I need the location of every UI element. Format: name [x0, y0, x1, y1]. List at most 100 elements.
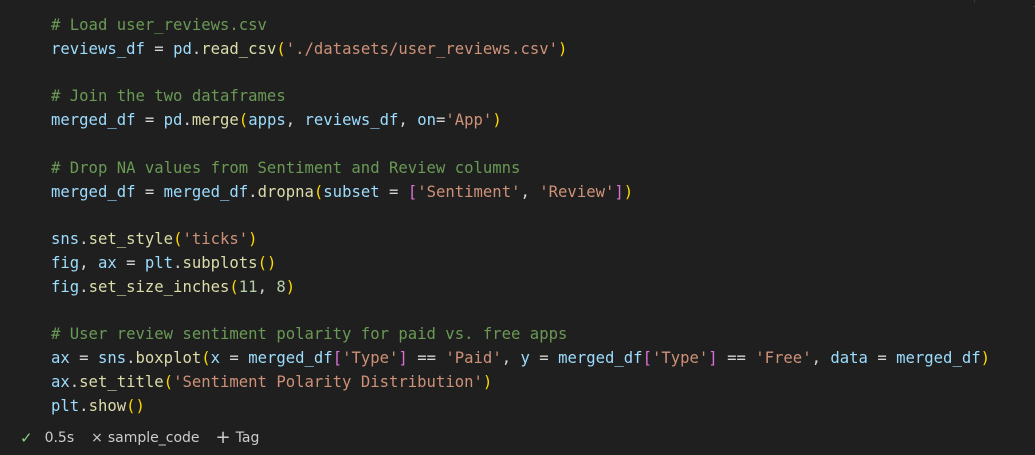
code-token: sns — [97, 349, 127, 368]
code-token: == — [717, 349, 756, 368]
code-token: on — [417, 111, 436, 130]
code-token: [ — [642, 349, 652, 368]
code-token: = — [529, 349, 559, 368]
code-line[interactable]: # Load user_reviews.csv — [51, 14, 990, 38]
code-token: reviews_df — [304, 111, 399, 130]
code-token: plt — [51, 396, 80, 415]
code-token: ) — [492, 111, 502, 130]
code-token: [ — [332, 349, 343, 368]
code-token: () — [126, 396, 145, 415]
code-token: merge — [191, 111, 239, 130]
code-content[interactable]: # Load user_reviews.csv reviews_df = pd.r… — [51, 14, 990, 419]
code-token: , — [257, 277, 277, 296]
code-token: ) — [980, 349, 990, 368]
code-line[interactable]: plt.show() — [51, 395, 990, 419]
code-token: ( — [229, 277, 239, 296]
code-line[interactable] — [51, 300, 990, 324]
code-token: ) — [623, 182, 634, 201]
code-line[interactable]: merged_df = pd.merge(apps, reviews_df, o… — [51, 109, 990, 133]
code-line[interactable]: reviews_df = pd.read_csv('./datasets/use… — [51, 38, 990, 62]
code-token: ] — [708, 349, 718, 368]
code-token: 'Sentiment Polarity Distribution' — [173, 372, 483, 391]
code-token: = — [220, 349, 249, 368]
code-token: merged_df — [896, 349, 981, 368]
code-token: = — [135, 111, 164, 130]
execution-time: 0.5s — [44, 429, 75, 446]
code-line[interactable]: fig.set_size_inches(11, 8) — [51, 276, 990, 300]
code-token: pd — [173, 39, 192, 58]
code-token: 'Review' — [539, 182, 615, 201]
code-token: . — [126, 349, 136, 368]
code-line[interactable]: fig, ax = plt.subplots() — [51, 252, 990, 276]
code-line[interactable]: # Join the two dataframes — [51, 85, 990, 109]
code-editor[interactable]: # Load user_reviews.csv reviews_df = pd.r… — [8, 2, 1033, 420]
code-token: 'App' — [445, 111, 493, 130]
code-token: merged_df — [558, 349, 643, 368]
code-token: , — [811, 349, 831, 368]
code-token: . — [182, 111, 192, 130]
code-line[interactable] — [51, 62, 990, 86]
code-token: == — [407, 349, 446, 368]
code-line[interactable] — [51, 204, 990, 228]
code-token: apps — [248, 111, 286, 130]
code-token: subset — [323, 182, 380, 201]
code-token: y — [520, 349, 530, 368]
code-token: merged_df — [248, 349, 333, 368]
code-line[interactable]: ax = sns.boxplot(x = merged_df['Type'] =… — [51, 347, 990, 371]
cell-status-bar: ✓ 0.5s × sample_code + Tag — [0, 420, 1035, 455]
code-token: , — [285, 111, 305, 130]
code-token: . — [79, 230, 89, 249]
code-line[interactable]: ax.set_title('Sentiment Polarity Distrib… — [51, 371, 990, 395]
notebook-code-cell[interactable]: # Load user_reviews.csv reviews_df = pd.r… — [0, 0, 1035, 455]
code-token: merged_df — [51, 182, 136, 201]
plus-icon[interactable]: + — [216, 428, 231, 446]
code-token: # User review sentiment polarity for pai… — [51, 325, 568, 344]
code-token: ( — [201, 349, 211, 368]
code-token: ( — [163, 372, 174, 391]
code-token: () — [257, 253, 277, 272]
code-line[interactable]: sns.set_style('ticks') — [51, 228, 990, 252]
code-token: [ — [407, 182, 418, 201]
code-token: ) — [482, 372, 493, 391]
code-token: ] — [398, 349, 408, 368]
code-token: read_csv — [201, 39, 277, 58]
code-token: set_title — [79, 372, 164, 391]
code-line[interactable]: # User review sentiment polarity for pai… — [51, 323, 990, 347]
code-token: sns — [51, 230, 80, 249]
code-token: ( — [313, 182, 324, 201]
code-line[interactable]: # Drop NA values from Sentiment and Revi… — [51, 157, 990, 181]
code-line[interactable] — [51, 133, 990, 157]
code-token: 'Type' — [342, 349, 399, 368]
code-token: . — [69, 372, 80, 391]
code-token: = — [69, 349, 98, 368]
code-token: ) — [558, 39, 568, 58]
code-token: = — [144, 39, 174, 58]
close-icon[interactable]: × — [91, 430, 103, 446]
code-token: set_size_inches — [88, 277, 230, 296]
code-token: ax — [97, 253, 117, 272]
code-token: . — [79, 396, 89, 415]
code-token: , — [398, 111, 418, 130]
code-token: subplots — [182, 253, 258, 272]
code-token: show — [88, 396, 127, 415]
code-token: 8 — [276, 277, 286, 296]
code-token: , — [501, 349, 521, 368]
code-token: fig — [51, 253, 80, 272]
code-line[interactable]: merged_df = merged_df.dropna(subset = ['… — [51, 181, 990, 205]
code-token: = — [135, 182, 164, 201]
code-token: # Load user_reviews.csv — [51, 16, 267, 34]
cell-name-label[interactable]: sample_code — [108, 430, 200, 446]
code-token: 'Sentiment' — [417, 182, 521, 201]
check-icon: ✓ — [20, 428, 33, 447]
code-token: # Join the two dataframes — [51, 87, 286, 106]
code-token: , — [79, 253, 98, 272]
code-token: reviews_df — [51, 39, 145, 58]
add-tag-button[interactable]: Tag — [236, 430, 260, 446]
code-token: data — [830, 349, 868, 368]
code-token: 11 — [238, 277, 258, 296]
code-token: merged_df — [163, 182, 249, 201]
code-token: . — [191, 39, 202, 58]
code-token: . — [79, 277, 89, 296]
code-token: 'Paid' — [445, 349, 502, 368]
code-token: dropna — [257, 182, 314, 201]
